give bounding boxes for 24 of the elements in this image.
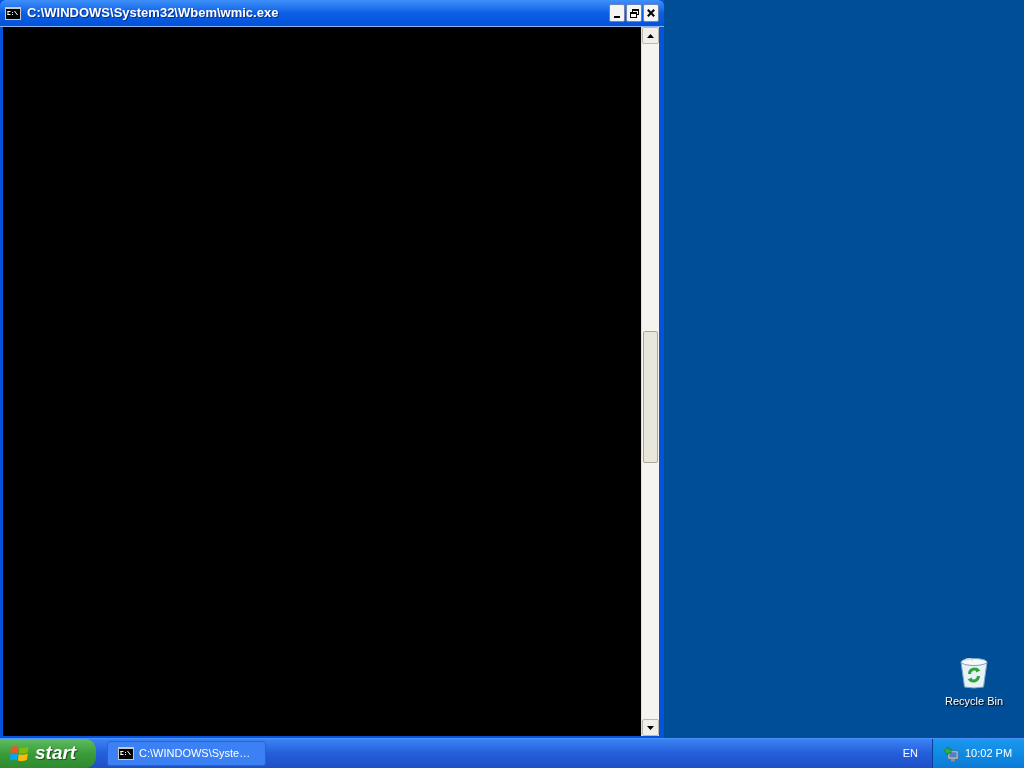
title-bar[interactable]: C:\WINDOWS\System32\Wbem\wmic.exe <box>0 0 664 27</box>
up-arrow-icon <box>647 33 654 38</box>
minimize-button[interactable] <box>609 4 625 22</box>
scroll-down-button[interactable] <box>642 719 659 736</box>
close-icon <box>647 9 655 17</box>
network-computer-icon <box>943 745 959 762</box>
console-window-icon <box>5 6 21 20</box>
scroll-up-button[interactable] <box>642 27 659 44</box>
window-title: C:\WINDOWS\System32\Wbem\wmic.exe <box>27 4 279 23</box>
vertical-scrollbar[interactable] <box>641 27 659 736</box>
minimize-icon <box>614 16 620 18</box>
restore-button[interactable] <box>626 4 642 22</box>
recycle-bin-icon <box>959 657 989 689</box>
language-indicator[interactable]: EN <box>902 745 918 762</box>
clock[interactable]: 10:02 PM <box>965 745 1013 762</box>
down-arrow-icon <box>647 725 654 730</box>
console-window-icon <box>118 747 134 760</box>
start-button[interactable]: start <box>0 739 96 768</box>
desktop-icon-label[interactable]: Recycle Bin <box>944 695 1004 708</box>
taskbar-window-button[interactable]: C:\WINDOWS\Syste… <box>107 741 266 766</box>
scrollbar-thumb[interactable] <box>643 331 658 463</box>
close-button[interactable] <box>643 4 659 22</box>
flag-icon <box>10 744 29 763</box>
restore-icon <box>629 8 639 18</box>
